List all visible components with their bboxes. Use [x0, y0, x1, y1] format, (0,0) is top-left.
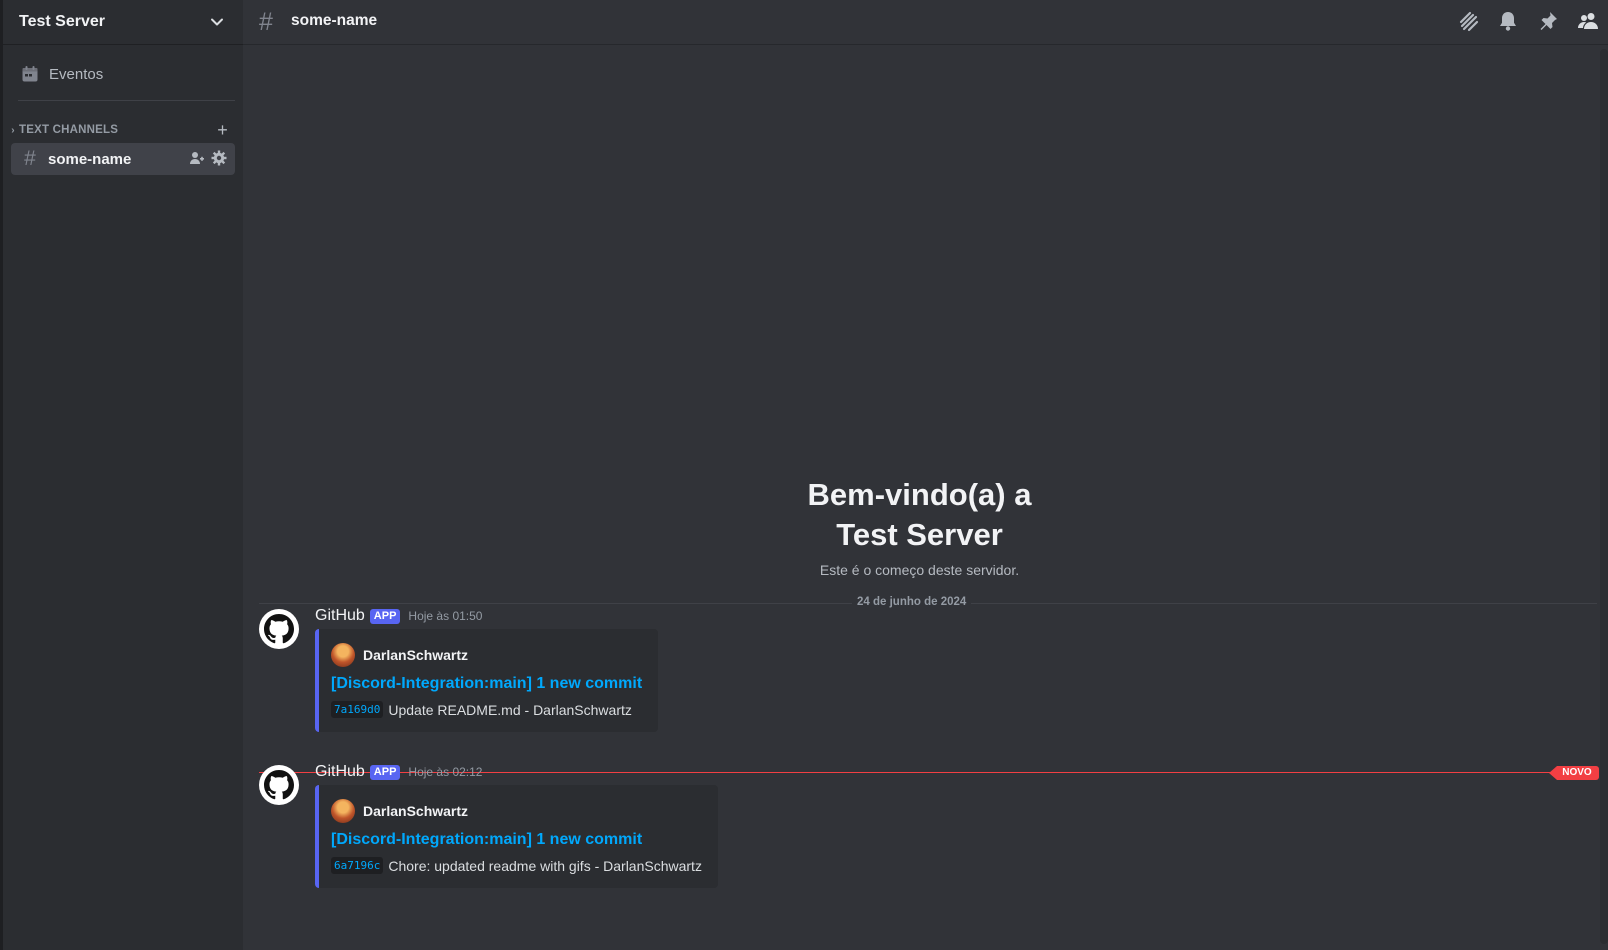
channel-title: some-name — [291, 12, 378, 29]
embed-author-name[interactable]: DarlanSchwartz — [363, 803, 468, 819]
github-icon — [264, 770, 294, 800]
commit-message: Chore: updated readme with gifs - Darlan… — [388, 857, 702, 874]
server-name: Test Server — [19, 13, 105, 30]
chevron-down-icon[interactable] — [209, 14, 225, 30]
server-header[interactable]: Test Server — [3, 0, 243, 45]
github-icon — [264, 614, 294, 644]
embed-title-link[interactable]: [Discord-Integration:main] 1 new commit — [331, 675, 642, 693]
message-author[interactable]: GitHub — [315, 607, 365, 625]
app-badge: APP — [369, 608, 401, 624]
welcome-title-line1: Bem-vindo(a) a — [807, 477, 1032, 512]
message-timestamp: Hoje às 02:12 — [408, 765, 483, 779]
message-author[interactable]: GitHub — [315, 763, 365, 781]
sidebar-edge — [0, 0, 3, 950]
commit-sha-link[interactable]: 6a7196c — [331, 857, 384, 874]
chat-area: Bem-vindo(a) a Test Server Este é o come… — [243, 45, 1608, 950]
channel-sidebar: Test Server Eventos › TEXT CHANNELS + # … — [0, 0, 243, 950]
members-icon[interactable] — [1576, 9, 1600, 33]
message-timestamp: Hoje às 01:50 — [408, 609, 483, 623]
invite-icon[interactable] — [189, 150, 205, 170]
date-divider-label: 24 de junho de 2024 — [852, 596, 972, 608]
commit-message: Update README.md - DarlanSchwartz — [388, 701, 632, 718]
embed-title-link[interactable]: [Discord-Integration:main] 1 new commit — [331, 831, 702, 849]
sidebar-channel-some-name[interactable]: # some-name — [11, 143, 235, 175]
app-badge: APP — [369, 764, 401, 780]
hash-icon: # — [259, 8, 273, 36]
welcome-title-line2: Test Server — [836, 517, 1003, 552]
chevron-right-icon: › — [11, 124, 15, 136]
gear-icon[interactable] — [211, 150, 227, 170]
add-channel-button[interactable]: + — [217, 120, 228, 140]
embed-author-name[interactable]: DarlanSchwartz — [363, 647, 468, 663]
commit-embed: DarlanSchwartz [Discord-Integration:main… — [315, 629, 659, 732]
commit-embed: DarlanSchwartz [Discord-Integration:main… — [315, 785, 718, 888]
events-label: Eventos — [49, 65, 104, 83]
embed-author-avatar — [331, 643, 355, 667]
category-label: TEXT CHANNELS — [19, 124, 119, 136]
pin-icon[interactable] — [1536, 9, 1560, 33]
events-item[interactable]: Eventos — [11, 58, 235, 90]
hash-icon: # — [24, 147, 36, 170]
welcome-subtitle: Este é o começo deste servidor. — [819, 562, 1020, 578]
github-avatar[interactable] — [259, 765, 299, 805]
discord-window: Test Server Eventos › TEXT CHANNELS + # … — [0, 0, 1608, 950]
new-badge: NOVO — [1549, 766, 1599, 780]
calendar-icon — [20, 64, 40, 84]
header-toolbar — [1456, 9, 1600, 33]
category-text-channels[interactable]: › TEXT CHANNELS + — [7, 120, 235, 140]
scrollbar[interactable] — [1600, 49, 1608, 944]
embed-author-avatar — [331, 799, 355, 823]
channel-header: # some-name — [243, 0, 1608, 45]
sidebar-divider — [18, 100, 235, 101]
commit-sha-link[interactable]: 7a169d0 — [331, 701, 384, 718]
bell-icon[interactable] — [1496, 9, 1520, 33]
github-avatar[interactable] — [259, 609, 299, 649]
threads-icon[interactable] — [1456, 9, 1480, 33]
channel-name: some-name — [48, 150, 132, 168]
